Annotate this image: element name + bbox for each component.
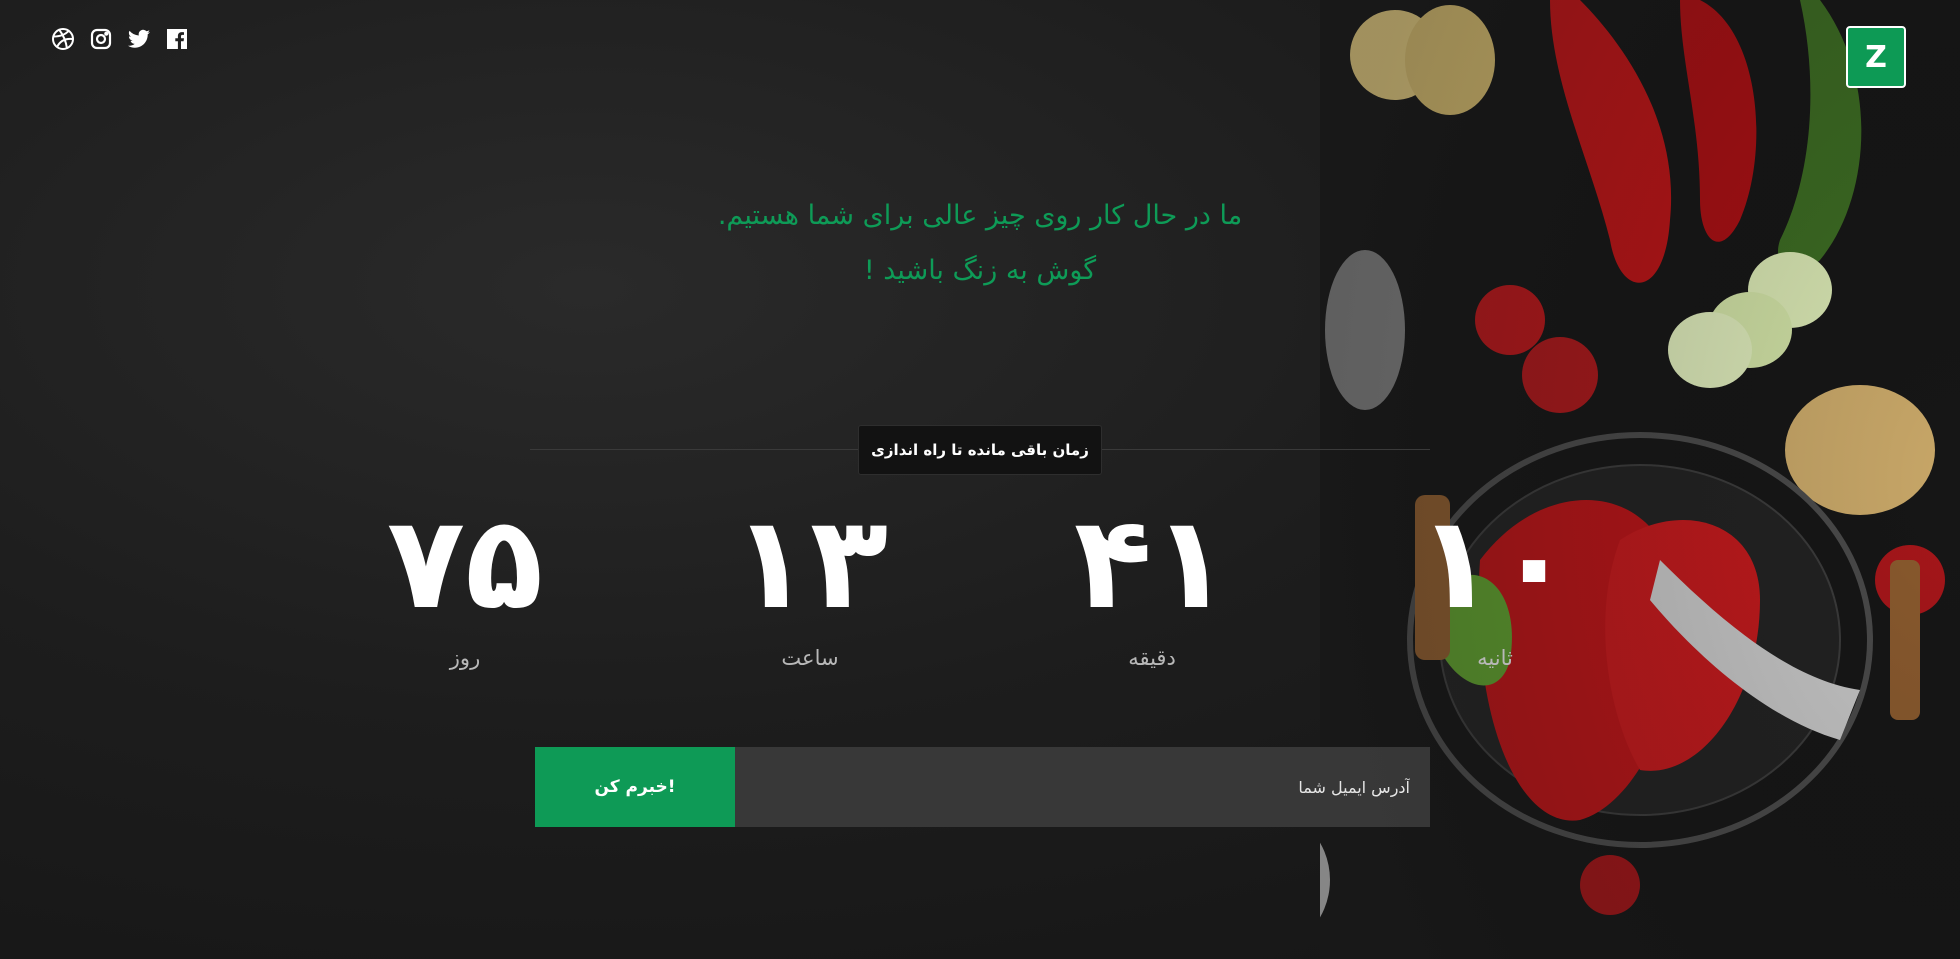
headline-line1: ما در حال کار روی چیز عالی برای شما هستی…: [0, 200, 1960, 231]
headline-line1-text: ما در حال کار روی چیز عالی برای شما هستی…: [717, 200, 1243, 231]
subscribe-form: خبرم کن!: [535, 747, 1430, 827]
countdown-seconds: ۱۰ ثانیه: [1375, 489, 1615, 671]
minutes-label: دقیقه: [1128, 646, 1176, 670]
seconds-value: ۱۰: [1416, 489, 1574, 638]
instagram-icon[interactable]: [88, 26, 114, 52]
logo[interactable]: Z: [1846, 26, 1906, 88]
hours-value: ۱۳: [731, 489, 889, 638]
days-value: ۷۵: [386, 489, 544, 638]
seconds-label: ثانیه: [1477, 646, 1513, 670]
notify-me-button[interactable]: خبرم کن!: [535, 747, 735, 827]
facebook-icon[interactable]: [164, 26, 190, 52]
twitter-icon[interactable]: [126, 26, 152, 52]
social-links: [50, 26, 190, 52]
email-input[interactable]: [735, 747, 1430, 827]
countdown-days: ۷۵ روز: [345, 489, 585, 671]
hours-label: ساعت: [781, 646, 839, 670]
headline-line2: گوش به زنگ باشید !: [0, 255, 1960, 286]
countdown-label: زمان باقی مانده تا راه اندازی: [858, 425, 1102, 475]
days-label: روز: [449, 646, 481, 670]
countdown-minutes: ۴۱ دقیقه: [1032, 489, 1272, 671]
countdown-hours: ۱۳ ساعت: [690, 489, 930, 671]
minutes-value: ۴۱: [1073, 489, 1231, 638]
dribbble-icon[interactable]: [50, 26, 76, 52]
headline-line2-text: گوش به زنگ باشید !: [863, 255, 1097, 286]
